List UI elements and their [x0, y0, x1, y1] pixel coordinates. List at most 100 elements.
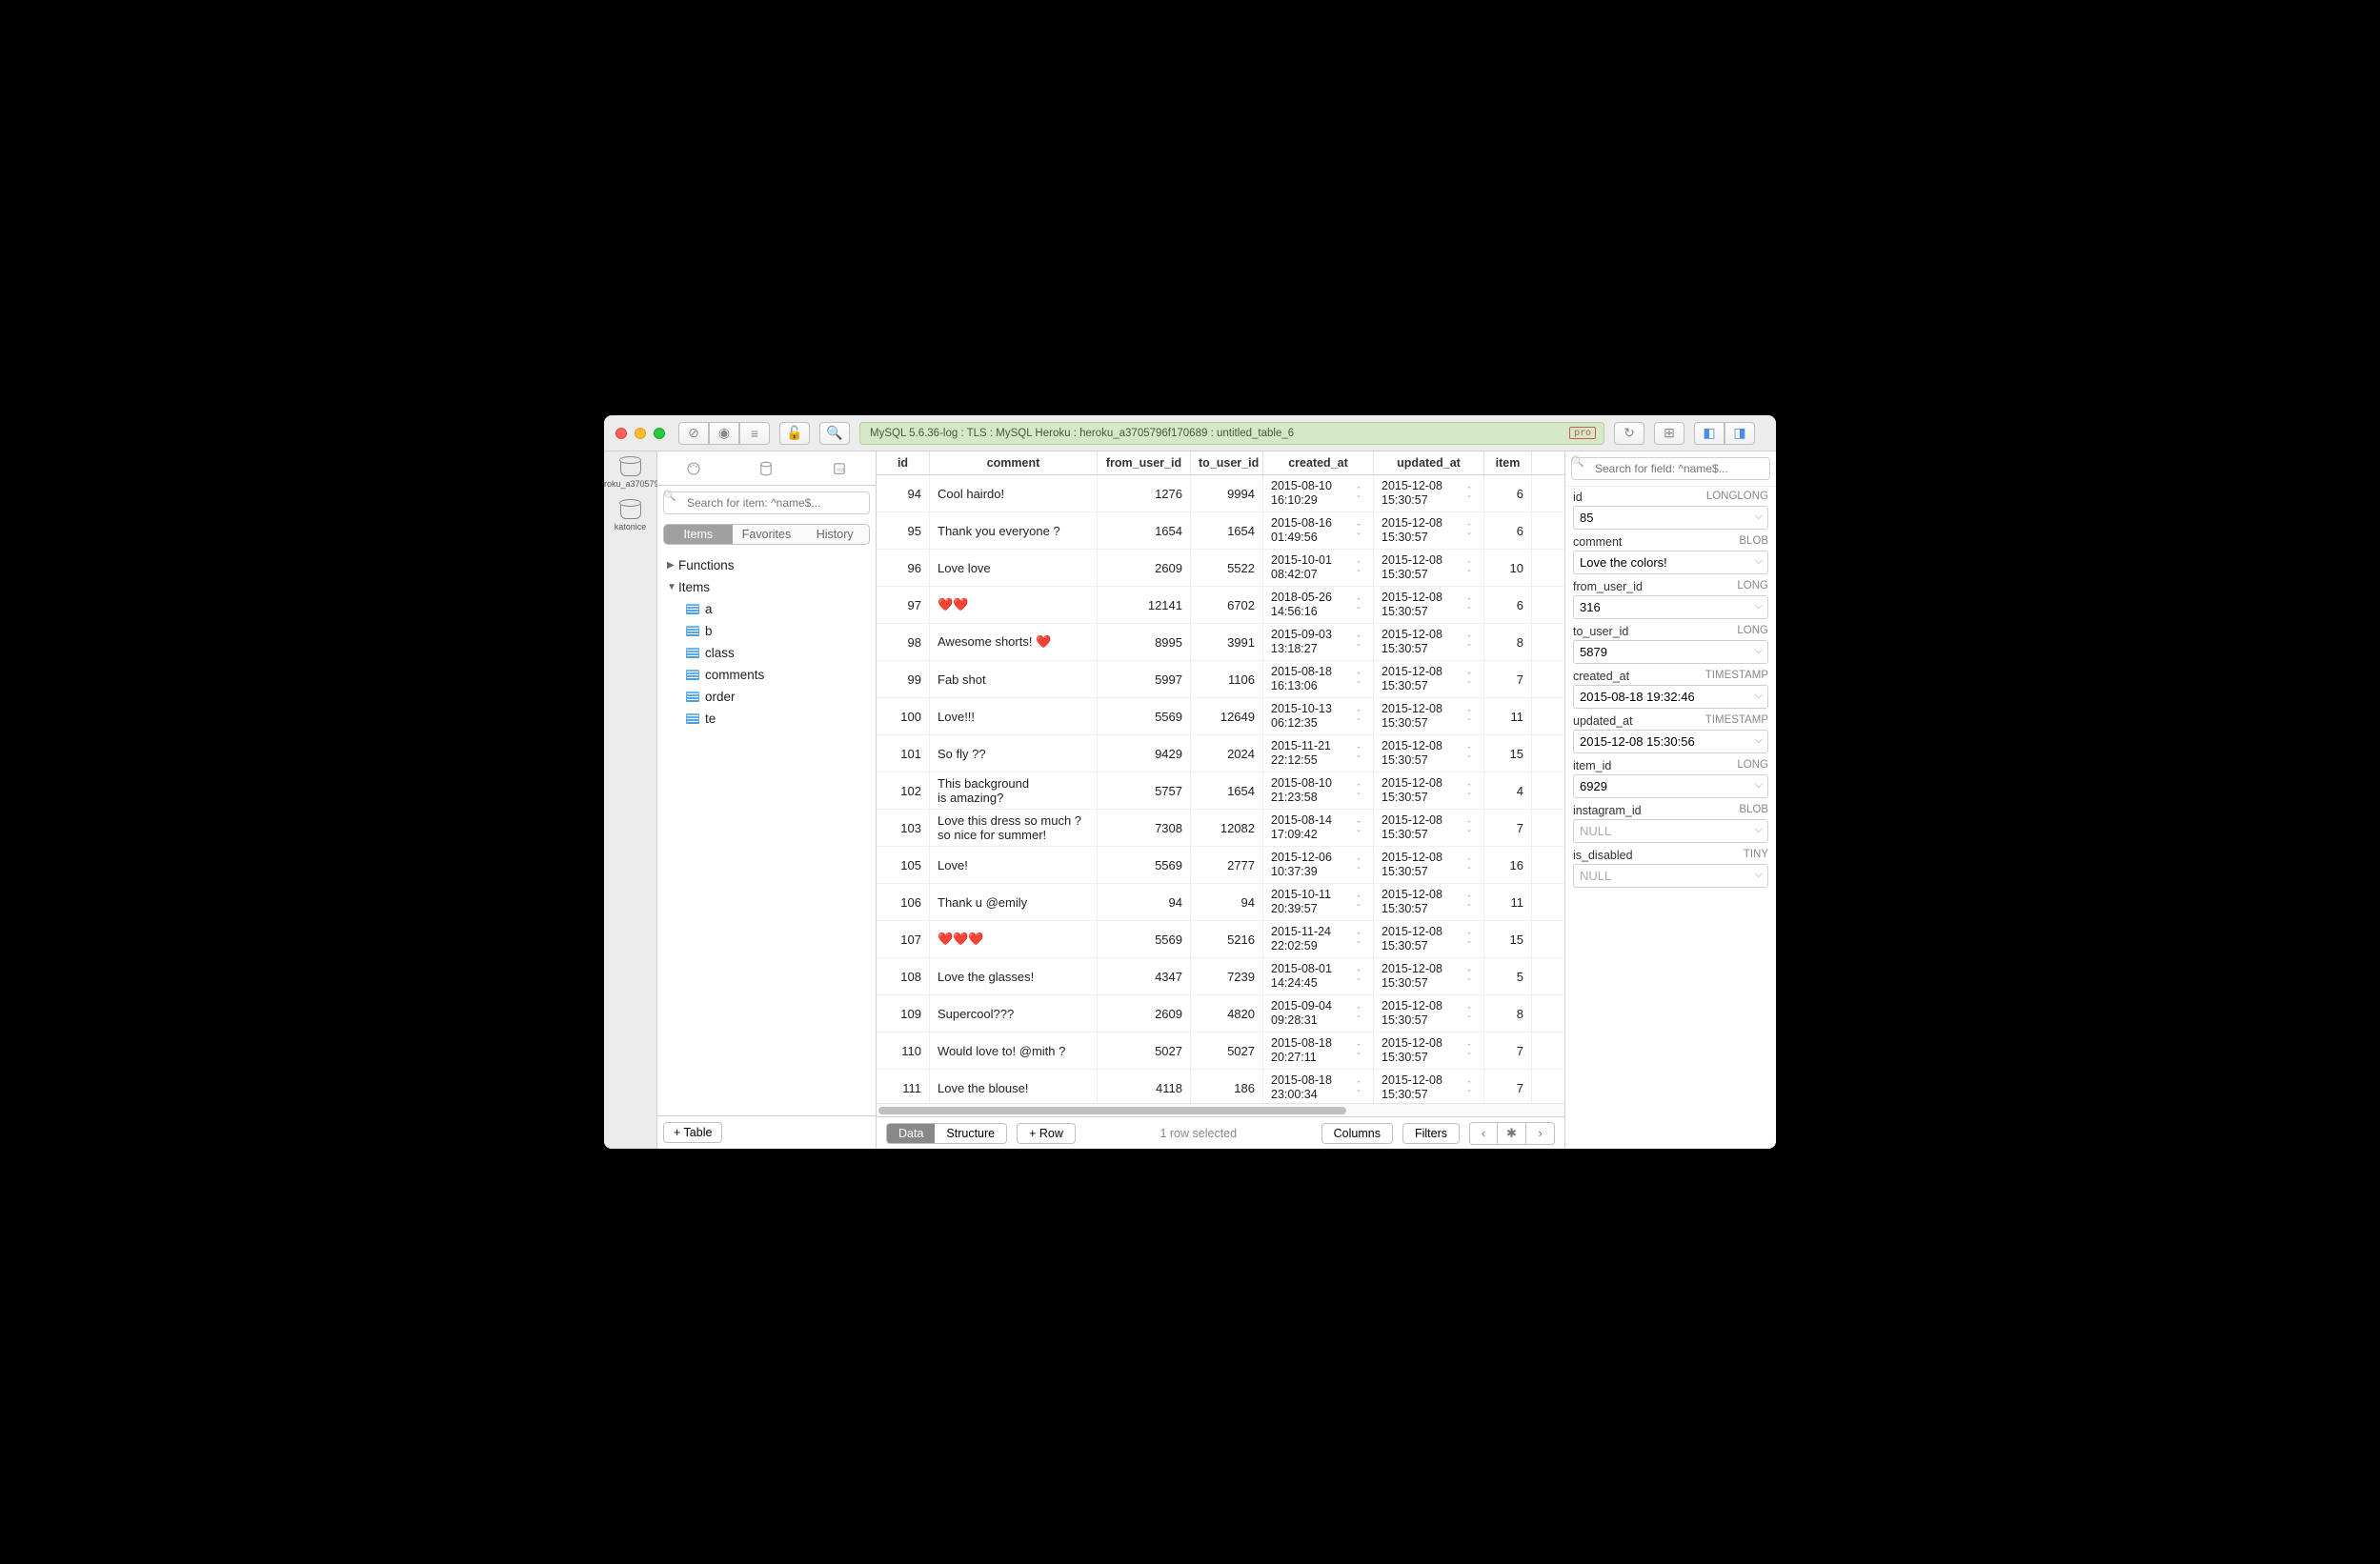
- grid-body[interactable]: 94Cool hairdo!127699942015-08-10 16:10:2…: [877, 475, 1564, 1103]
- search-icon[interactable]: 🔍: [819, 422, 850, 445]
- field-search-input[interactable]: [1571, 457, 1770, 480]
- column-header[interactable]: updated_at: [1374, 451, 1484, 474]
- cell-created[interactable]: 2015-10-13 06:12:35⌃⌄: [1263, 698, 1374, 734]
- stepper-icon[interactable]: ⌃⌄: [1356, 1045, 1365, 1056]
- stepper-icon[interactable]: ⌃⌄: [1466, 673, 1476, 685]
- table-row[interactable]: 108Love the glasses!434772392015-08-01 1…: [877, 958, 1564, 995]
- stepper-icon[interactable]: ⌃⌄: [1356, 1008, 1365, 1019]
- add-table-button[interactable]: + Table: [663, 1122, 722, 1143]
- column-header[interactable]: comment: [930, 451, 1098, 474]
- stepper-icon[interactable]: ⌃⌄: [1356, 673, 1365, 685]
- cell-id[interactable]: 110: [877, 1033, 930, 1069]
- cell-comment[interactable]: Cool hairdo!: [930, 475, 1098, 511]
- minimize-window[interactable]: [635, 428, 646, 439]
- cell-item[interactable]: 6: [1484, 587, 1532, 623]
- cell-comment[interactable]: ❤️❤️❤️: [930, 921, 1098, 957]
- cell-item[interactable]: 6: [1484, 475, 1532, 511]
- stepper-icon[interactable]: ⌃⌄: [1356, 822, 1365, 833]
- cell-updated[interactable]: 2015-12-08 15:30:57⌃⌄: [1374, 1033, 1484, 1069]
- column-header[interactable]: to_user_id: [1191, 451, 1263, 474]
- columns-button[interactable]: Columns: [1321, 1123, 1393, 1144]
- column-header[interactable]: created_at: [1263, 451, 1374, 474]
- cell-from[interactable]: 5757: [1098, 772, 1191, 809]
- field-value-input[interactable]: [1573, 864, 1768, 888]
- table-row[interactable]: 103Love this dress so much ? so nice for…: [877, 810, 1564, 847]
- cell-id[interactable]: 101: [877, 735, 930, 772]
- cell-updated[interactable]: 2015-12-08 15:30:57⌃⌄: [1374, 847, 1484, 883]
- cell-item[interactable]: 7: [1484, 1070, 1532, 1103]
- add-row-button[interactable]: + Row: [1017, 1123, 1076, 1144]
- connection-item[interactable]: katonice: [615, 502, 647, 531]
- tree-item[interactable]: comments: [663, 664, 870, 686]
- cell-item[interactable]: 7: [1484, 810, 1532, 846]
- cell-comment[interactable]: Thank you everyone ?: [930, 512, 1098, 549]
- cell-created[interactable]: 2015-08-18 16:13:06⌃⌄: [1263, 661, 1374, 697]
- stepper-icon[interactable]: ⌃⌄: [1466, 1008, 1476, 1019]
- stepper-icon[interactable]: ⌃⌄: [1466, 748, 1476, 759]
- stepper-icon[interactable]: ⌃⌄: [1356, 859, 1365, 871]
- sidebar-right-toggle[interactable]: ◨: [1724, 422, 1755, 445]
- filters-button[interactable]: Filters: [1402, 1123, 1460, 1144]
- plugin-tab[interactable]: [657, 451, 730, 485]
- stepper-icon[interactable]: ⌃⌄: [1466, 488, 1476, 499]
- field-value-input[interactable]: [1573, 730, 1768, 753]
- cell-updated[interactable]: 2015-12-08 15:30:57⌃⌄: [1374, 587, 1484, 623]
- next-icon[interactable]: ›: [1526, 1122, 1555, 1145]
- cell-to[interactable]: 4820: [1191, 995, 1263, 1032]
- stepper-icon[interactable]: ⌃⌄: [1466, 525, 1476, 536]
- cell-updated[interactable]: 2015-12-08 15:30:57⌃⌄: [1374, 550, 1484, 586]
- cell-updated[interactable]: 2015-12-08 15:30:57⌃⌄: [1374, 1070, 1484, 1103]
- column-header[interactable]: item: [1484, 451, 1532, 474]
- cell-comment[interactable]: This background is amazing?: [930, 772, 1098, 809]
- tree-item[interactable]: b: [663, 620, 870, 642]
- sidebar-left-toggle[interactable]: ◧: [1694, 422, 1724, 445]
- field-value-input[interactable]: [1573, 595, 1768, 619]
- cell-item[interactable]: 8: [1484, 995, 1532, 1032]
- cell-updated[interactable]: 2015-12-08 15:30:57⌃⌄: [1374, 921, 1484, 957]
- cell-id[interactable]: 106: [877, 884, 930, 920]
- cell-from[interactable]: 12141: [1098, 587, 1191, 623]
- cell-created[interactable]: 2015-10-11 20:39:57⌃⌄: [1263, 884, 1374, 920]
- cell-from[interactable]: 5569: [1098, 921, 1191, 957]
- segment-items[interactable]: Items: [664, 525, 733, 544]
- cell-updated[interactable]: 2015-12-08 15:30:57⌃⌄: [1374, 884, 1484, 920]
- cell-updated[interactable]: 2015-12-08 15:30:57⌃⌄: [1374, 661, 1484, 697]
- stepper-icon[interactable]: ⌃⌄: [1356, 636, 1365, 648]
- cell-item[interactable]: 15: [1484, 921, 1532, 957]
- cell-id[interactable]: 95: [877, 512, 930, 549]
- cell-to[interactable]: 1654: [1191, 512, 1263, 549]
- cell-comment[interactable]: Awesome shorts! ❤️: [930, 624, 1098, 660]
- cell-item[interactable]: 15: [1484, 735, 1532, 772]
- table-row[interactable]: 96Love love260955222015-10-01 08:42:07⌃⌄…: [877, 550, 1564, 587]
- cell-created[interactable]: 2015-08-01 14:24:45⌃⌄: [1263, 958, 1374, 994]
- cell-to[interactable]: 1654: [1191, 772, 1263, 809]
- sql-tab[interactable]: SQL: [803, 451, 876, 485]
- field-value-input[interactable]: [1573, 774, 1768, 798]
- stepper-icon[interactable]: ⌃⌄: [1466, 933, 1476, 945]
- table-row[interactable]: 101So fly ??942920242015-11-21 22:12:55⌃…: [877, 735, 1564, 772]
- cell-from[interactable]: 5569: [1098, 847, 1191, 883]
- table-row[interactable]: 98Awesome shorts! ❤️899539912015-09-03 1…: [877, 624, 1564, 661]
- table-row[interactable]: 94Cool hairdo!127699942015-08-10 16:10:2…: [877, 475, 1564, 512]
- segment-data[interactable]: Data: [887, 1124, 935, 1143]
- table-row[interactable]: 105Love!556927772015-12-06 10:37:39⌃⌄201…: [877, 847, 1564, 884]
- stepper-icon[interactable]: ⌃⌄: [1356, 562, 1365, 573]
- close-window[interactable]: [615, 428, 627, 439]
- cell-created[interactable]: 2015-12-06 10:37:39⌃⌄: [1263, 847, 1374, 883]
- eye-icon[interactable]: ◉: [709, 422, 739, 445]
- cell-from[interactable]: 9429: [1098, 735, 1191, 772]
- stepper-icon[interactable]: ⌃⌄: [1466, 711, 1476, 722]
- horizontal-scrollbar[interactable]: [877, 1103, 1564, 1116]
- cell-from[interactable]: 5997: [1098, 661, 1191, 697]
- cell-comment[interactable]: Thank u @emily: [930, 884, 1098, 920]
- cell-from[interactable]: 7308: [1098, 810, 1191, 846]
- cell-created[interactable]: 2015-08-18 20:27:11⌃⌄: [1263, 1033, 1374, 1069]
- cell-id[interactable]: 94: [877, 475, 930, 511]
- cell-from[interactable]: 2609: [1098, 550, 1191, 586]
- cell-comment[interactable]: Love the blouse!: [930, 1070, 1098, 1103]
- stepper-icon[interactable]: ⌃⌄: [1356, 711, 1365, 722]
- cell-to[interactable]: 12649: [1191, 698, 1263, 734]
- cell-updated[interactable]: 2015-12-08 15:30:57⌃⌄: [1374, 995, 1484, 1032]
- cell-updated[interactable]: 2015-12-08 15:30:57⌃⌄: [1374, 772, 1484, 809]
- cell-comment[interactable]: Love!!!: [930, 698, 1098, 734]
